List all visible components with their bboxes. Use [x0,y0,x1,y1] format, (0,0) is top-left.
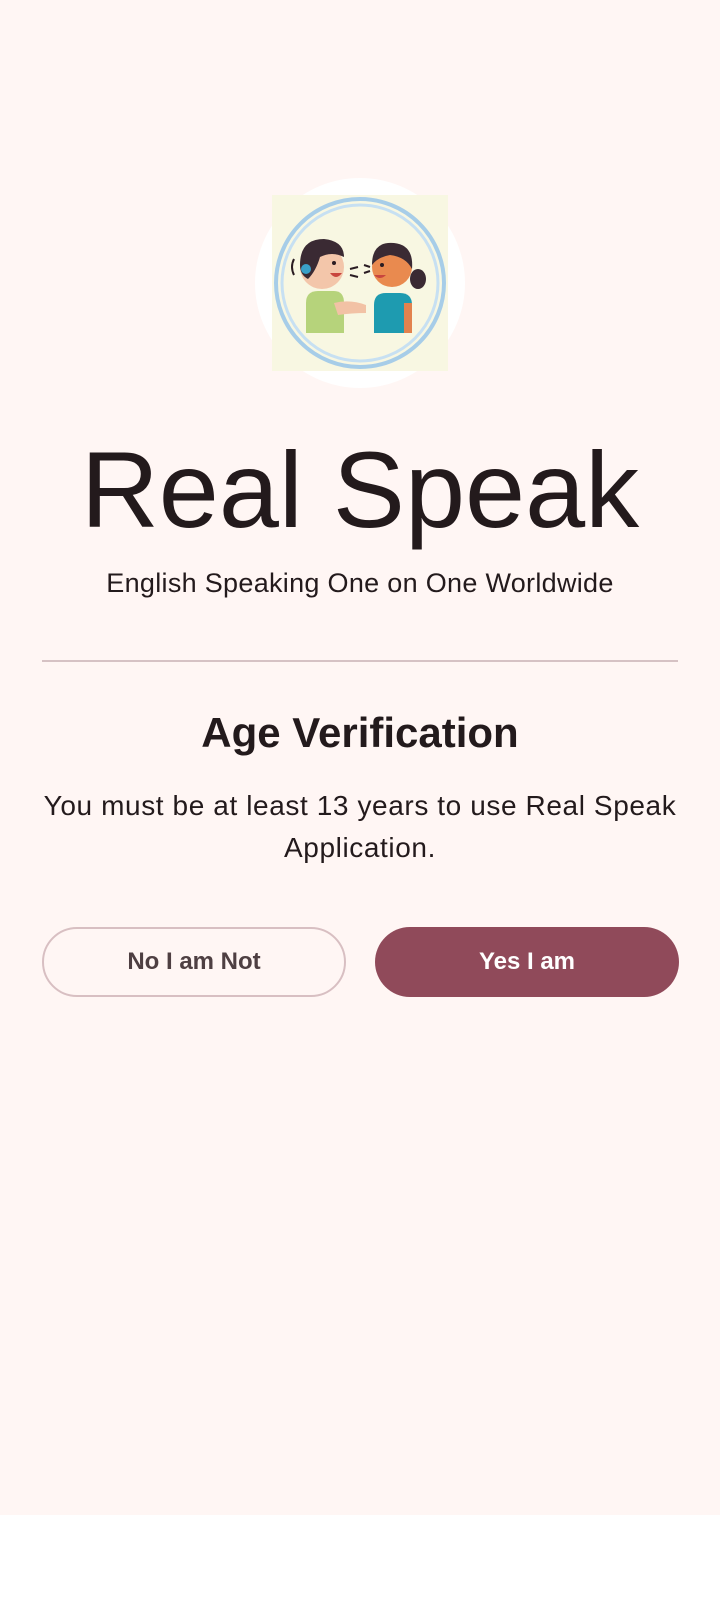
app-logo [255,178,465,388]
decline-button[interactable]: No I am Not [42,927,346,997]
age-verification-message: You must be at least 13 years to use Rea… [43,790,677,863]
age-verification-screen: Real Speak English Speaking One on One W… [0,0,720,1515]
divider [42,660,678,662]
decline-button-label: No I am Not [127,948,261,975]
app-title: Real Speak [80,429,640,550]
app-subtitle: English Speaking One on One Worldwide [106,568,614,598]
age-verification-title: Age Verification [201,709,519,756]
accept-button[interactable]: Yes I am [375,927,679,997]
two-kids-talking-logo-icon [272,195,448,371]
accept-button-label: Yes I am [478,948,576,975]
